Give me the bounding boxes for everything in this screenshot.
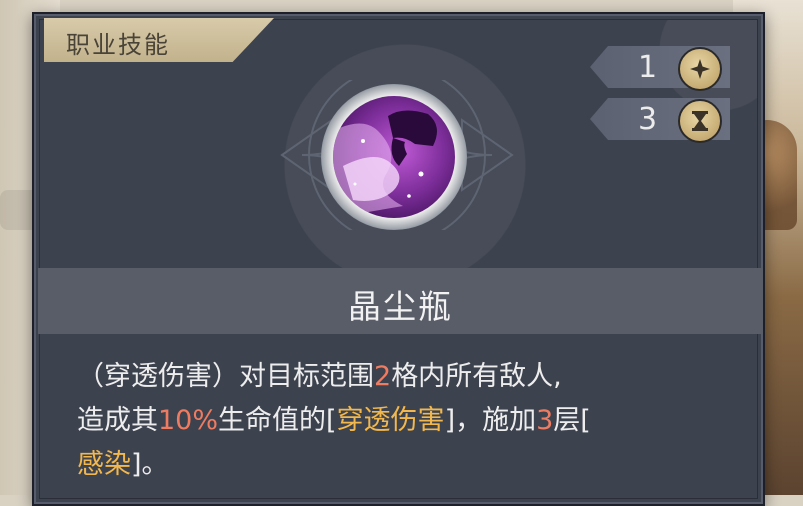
crystal-dust-bottle-icon	[333, 96, 455, 218]
desc-text-6: 层[	[553, 405, 591, 436]
skill-description: （穿透伤害）对目标范围2格内所有敌人, 造成其10%生命值的[穿透伤害]，施加3…	[77, 355, 737, 487]
desc-stacks-number: 3	[536, 405, 554, 436]
desc-percent-number: 10%	[158, 405, 219, 436]
category-tab-label: 职业技能	[66, 31, 170, 59]
desc-keyword-pierce-damage: 穿透伤害	[336, 405, 445, 436]
desc-text-3: 造成其	[77, 405, 158, 436]
desc-range-number: 2	[374, 361, 392, 392]
sparkle-icon	[678, 47, 722, 91]
desc-keyword-infection: 感染	[77, 449, 131, 480]
cooldown-value: 3	[638, 102, 658, 137]
skill-name-bar: 晶尘瓶	[38, 268, 763, 334]
skill-name: 晶尘瓶	[348, 287, 453, 326]
desc-text-2: 格内所有敌人,	[391, 361, 562, 392]
desc-text-1: （穿透伤害）对目标范围	[77, 361, 374, 392]
hourglass-icon	[678, 99, 722, 143]
desc-text-4: 生命值的[	[218, 405, 337, 436]
cost-value: 1	[638, 50, 658, 85]
desc-text-5: ]，施加	[444, 405, 537, 436]
desc-text-7: ]。	[131, 449, 169, 480]
